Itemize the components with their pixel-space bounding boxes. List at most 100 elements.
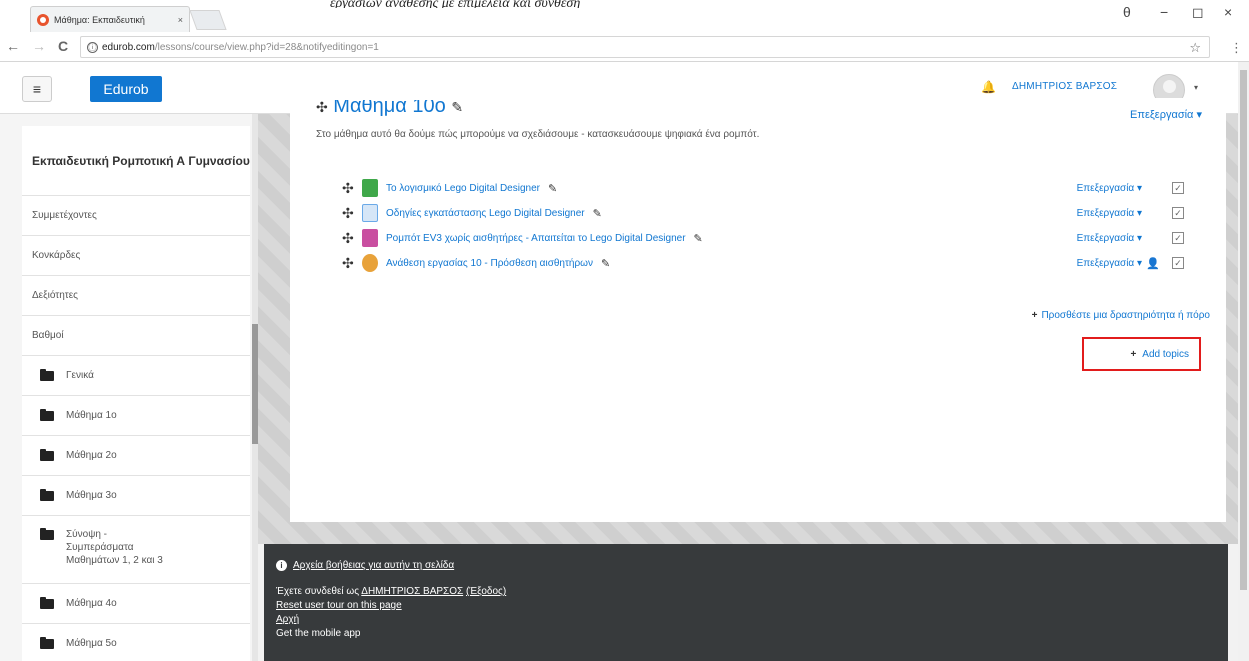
pencil-icon[interactable]: ✎ [548,182,557,195]
new-tab-button[interactable] [189,10,227,30]
reset-tour-link[interactable]: Reset user tour on this page [276,600,402,611]
add-topics-button[interactable]: + Add topics [1082,337,1201,371]
drawer-scrollbar-thumb[interactable] [252,324,258,444]
folder-icon [40,488,54,501]
pencil-icon[interactable]: ✎ [451,100,463,115]
maximize-icon[interactable]: ◻ [1192,4,1204,21]
file-icon [362,204,378,222]
reload-icon[interactable]: C [58,38,68,54]
page-caption: εργασιών ανάθεσης με επιμέλεια και σύνθε… [330,0,581,8]
user-role-icon[interactable]: 👤 [1146,257,1160,270]
drawer-toggle-button[interactable]: ≡ [22,76,52,102]
folder-icon [40,528,54,540]
url-domain: edurob.com [102,41,155,53]
activity-link[interactable]: Οδηγίες εγκατάστασης Lego Digital Design… [386,208,585,219]
folder-icon [40,448,54,461]
forward-icon[interactable]: → [32,38,46,54]
drawer-item-participants[interactable]: Συμμετέχοντες [22,196,250,236]
minimize-icon[interactable]: − [1160,4,1168,20]
notification-bell-icon[interactable]: 🔔 [981,80,996,94]
completion-checkbox[interactable]: ✓ [1172,182,1184,194]
drawer-item-badges[interactable]: Κονκάρδες [22,236,250,276]
tab-close-icon[interactable]: × [178,15,183,25]
assignment-icon [362,254,378,272]
drawer-section-general[interactable]: Γενικά [22,356,250,396]
close-window-icon[interactable]: × [1224,4,1232,20]
drawer-section-label: Μάθημα 2ο [66,450,117,461]
back-icon[interactable]: ← [6,38,20,54]
drawer-section-lesson-5[interactable]: Μάθημα 5ο [22,624,250,661]
drawer-section-label: Σύνοψη - Συμπεράσματα Μαθημάτων 1, 2 και… [66,529,163,566]
move-icon[interactable]: ✣ [342,205,358,222]
completion-checkbox[interactable]: ✓ [1172,207,1184,219]
browser-tab[interactable]: Μάθημα: Εκπαιδευτική × [30,6,190,32]
drawer-section-label: Μάθημα 1ο [66,410,117,421]
drawer-section-lesson-2[interactable]: Μάθημα 2ο [22,436,250,476]
pencil-icon[interactable]: ✎ [601,257,610,270]
drawer-section-label: Μάθημα 5ο [66,638,117,649]
move-icon[interactable]: ✣ [342,255,358,272]
page-scrollbar-thumb[interactable] [1240,70,1247,590]
account-icon[interactable]: θ [1123,4,1131,20]
mobile-app-link[interactable]: Get the mobile app [276,628,361,639]
plus-icon: + [1031,310,1038,321]
activity-link[interactable]: Το λογισμικό Lego Digital Designer [386,183,540,194]
page-footer: i Αρχεία βοήθειας για αυτήν τη σελίδα Έχ… [264,544,1228,661]
drawer-section-lesson-3[interactable]: Μάθημα 3ο [22,476,250,516]
pencil-icon[interactable]: ✎ [694,232,703,245]
logged-in-info: Έχετε συνδεθεί ως ΔΗΜΗΤΡΙΟΣ ΒΑΡΣΟΣ (Έξοδ… [276,585,1228,599]
url-path: /lessons/course/view.php?id=28&notifyedi… [154,41,379,53]
drawer-section-lesson-1[interactable]: Μάθημα 1ο [22,396,250,436]
logout-link[interactable]: (Έξοδος) [466,586,506,597]
browser-menu-icon[interactable]: ⋮ [1230,40,1243,56]
folder-icon [40,368,54,381]
help-docs-link[interactable]: Αρχεία βοήθειας για αυτήν τη σελίδα [293,560,454,571]
logged-in-user-link[interactable]: ΔΗΜΗΤΡΙΟΣ ΒΑΡΣΟΣ [361,586,463,597]
move-icon[interactable]: ✣ [316,100,328,115]
activity-row: ✣ Οδηγίες εγκατάστασης Lego Digital Desi… [342,202,1202,224]
drawer-section-label: Μάθημα 4ο [66,598,117,609]
user-name-link[interactable]: ΔΗΜΗΤΡΙΟΣ ΒΑΡΣΟΣ [1012,81,1117,92]
drawer-item-competencies[interactable]: Δεξιότητες [22,276,250,316]
section-summary: Στο μάθημα αυτό θα δούμε πώς μπορούμε να… [316,129,760,140]
logged-in-prefix: Έχετε συνδεθεί ως [276,586,362,597]
completion-checkbox[interactable]: ✓ [1172,257,1184,269]
folder-icon [40,636,54,649]
activity-edit-menu[interactable]: Επεξεργασία ▾ [1077,183,1142,194]
presentation-file-icon [362,229,378,247]
url-input[interactable]: ⓘ edurob.com /lessons/course/view.php?id… [80,36,1210,58]
nav-drawer: Εκπαιδευτική Ρομποτική Α Γυμνασίου Συμμε… [0,114,258,661]
course-section-card: ✣ Μάθημα 10ο ✎ Επεξεργασία ▾ Στο μάθημα … [290,98,1226,522]
activity-row: ✣ Το λογισμικό Lego Digital Designer ✎ Ε… [342,177,1202,199]
move-icon[interactable]: ✣ [342,180,358,197]
section-title-text[interactable]: Μάθημα 10ο [333,100,445,117]
user-menu-caret-icon[interactable]: ▾ [1194,83,1198,92]
folder-icon [40,408,54,421]
site-info-icon[interactable]: ⓘ [87,41,98,53]
activity-edit-menu[interactable]: Επεξεργασία ▾ [1077,233,1142,244]
home-link[interactable]: Αρχή [276,614,299,625]
section-edit-menu[interactable]: Επεξεργασία ▾ [1130,108,1202,121]
section-title: ✣ Μάθημα 10ο ✎ [316,100,463,118]
move-icon[interactable]: ✣ [342,230,358,247]
tab-title: Μάθημα: Εκπαιδευτική [54,14,145,25]
bookmark-star-icon[interactable]: ☆ [1189,40,1201,56]
browser-tab-bar: Μάθημα: Εκπαιδευτική × εργασιών ανάθεσης… [0,0,1249,32]
activity-edit-menu[interactable]: Επεξεργασία ▾ [1077,208,1142,219]
activity-row: ✣ Ανάθεση εργασίας 10 - Πρόσθεση αισθητή… [342,252,1202,274]
address-bar-row: ← → C ⓘ edurob.com /lessons/course/view.… [0,32,1249,62]
drawer-item-grades[interactable]: Βαθμοί [22,316,250,356]
drawer-course-title[interactable]: Εκπαιδευτική Ρομποτική Α Γυμνασίου [22,126,250,196]
completion-checkbox[interactable]: ✓ [1172,232,1184,244]
activity-link[interactable]: Ανάθεση εργασίας 10 - Πρόσθεση αισθητήρω… [386,258,593,269]
pencil-icon[interactable]: ✎ [593,207,602,220]
drawer-section-lesson-4[interactable]: Μάθημα 4ο [22,584,250,624]
add-activity-link[interactable]: + Προσθέστε μια δραστηριότητα ή πόρο [1032,310,1210,321]
drawer-section-label: Μάθημα 3ο [66,490,117,501]
drawer-section-summary[interactable]: Σύνοψη - Συμπεράσματα Μαθημάτων 1, 2 και… [22,516,250,584]
add-topics-label: Add topics [1142,348,1189,360]
site-brand-link[interactable]: Edurob [90,76,162,102]
activity-edit-menu[interactable]: Επεξεργασία ▾ [1077,258,1142,269]
activity-link[interactable]: Ρομπότ EV3 χωρίς αισθητήρες - Απαιτείται… [386,233,686,244]
drawer-list: Εκπαιδευτική Ρομποτική Α Γυμνασίου Συμμε… [22,126,250,661]
